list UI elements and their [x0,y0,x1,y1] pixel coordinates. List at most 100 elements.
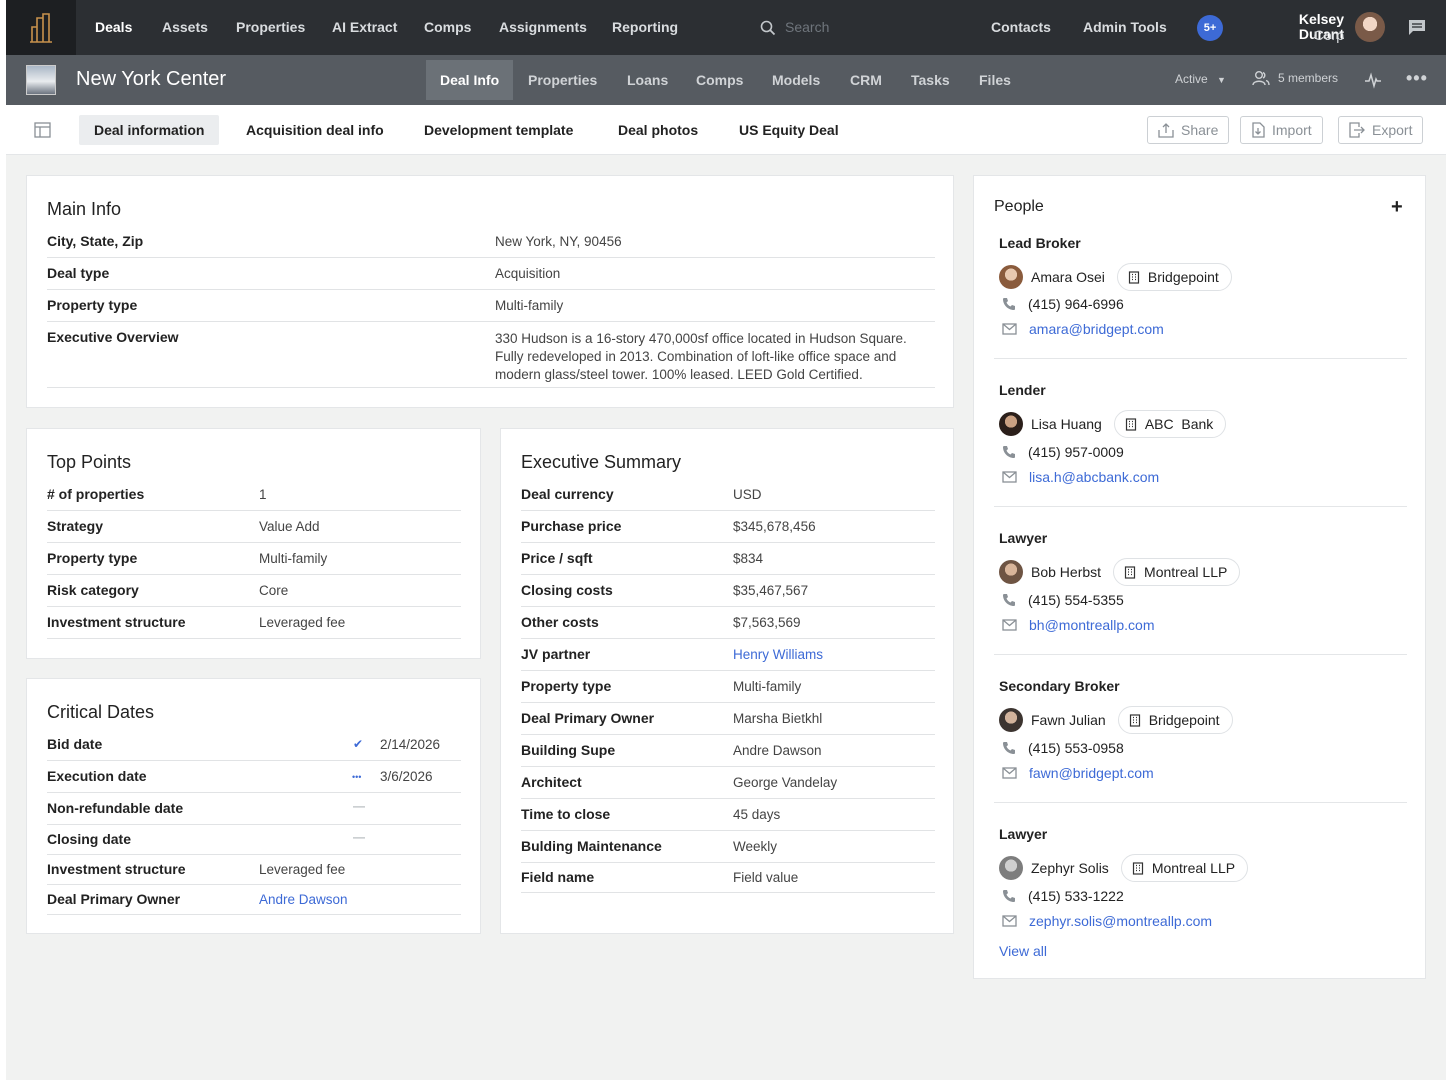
search-placeholder: Search [785,19,830,35]
nav-reporting[interactable]: Reporting [612,19,678,35]
nav-ai-extract[interactable]: AI Extract [332,19,397,35]
main-info-card: Main Info City, State, Zip New York, NY,… [26,175,954,408]
email-link[interactable]: amara@bridgept.com [1029,321,1164,337]
subtab-acquisition-deal-info[interactable]: Acquisition deal info [231,115,399,145]
nav-assignments[interactable]: Assignments [499,19,587,35]
table-row: Deal Primary Owner Andre Dawson [47,885,461,915]
table-row: Field name Field value [521,863,935,893]
field-label: JV partner [521,646,591,662]
contact-name[interactable]: Bob Herbst [1031,564,1101,580]
search-input[interactable]: Search [760,16,940,40]
people-card: People + Lead Broker Amara Osei Bridgepo… [973,175,1426,979]
jv-partner-link[interactable]: Henry Williams [733,647,823,662]
org-chip[interactable]: Montreal LLP [1113,558,1241,586]
more-options-icon[interactable]: ••• [1406,68,1428,89]
tab-comps[interactable]: Comps [682,60,757,100]
phone-icon [1003,742,1015,754]
layout-icon[interactable] [34,122,51,138]
empty-status-icon: — [353,830,365,844]
import-button[interactable]: Import [1240,116,1323,144]
tab-crm[interactable]: CRM [836,60,896,100]
tab-models[interactable]: Models [758,60,834,100]
field-label: Non-refundable date [47,800,184,816]
email-link[interactable]: bh@montreallp.com [1029,617,1155,633]
table-row: Closing date — [47,825,461,855]
subtab-bar: Deal information Acquisition deal info D… [6,105,1446,155]
field-label: Deal currency [521,486,614,502]
field-label: Price / sqft [521,550,593,566]
main-info-title: Main Info [47,199,122,219]
owner-link[interactable]: Andre Dawson [259,892,348,907]
tab-files[interactable]: Files [965,60,1025,100]
user-avatar[interactable] [1355,12,1385,42]
messages-icon[interactable] [1408,19,1426,36]
building-icon [1125,417,1136,431]
import-label: Import [1272,122,1312,138]
subtab-development-template[interactable]: Development template [409,115,588,145]
nav-properties[interactable]: Properties [236,19,305,35]
field-label: Time to close [521,806,611,822]
org-chip[interactable]: ABC Bank [1113,410,1227,438]
nav-deals[interactable]: Deals [95,19,132,35]
field-label: Deal Primary Owner [521,710,655,726]
contact-name[interactable]: Amara Osei [1031,269,1105,285]
building-icon [1132,861,1143,875]
phone-number[interactable]: (415) 553-0958 [1028,740,1124,756]
org-chip[interactable]: Bridgepoint [1117,706,1233,734]
field-value[interactable]: 3/6/2026 [380,769,433,784]
building-icon [1128,270,1140,284]
contact-name[interactable]: Zephyr Solis [1031,860,1109,876]
notification-badge[interactable]: 5+ [1197,15,1223,41]
phone-number[interactable]: (415) 964-6996 [1028,296,1124,312]
email-link[interactable]: lisa.h@abcbank.com [1029,469,1159,485]
avatar [999,560,1023,584]
activity-icon[interactable] [1364,71,1382,89]
view-all-link[interactable]: View all [999,943,1047,959]
building-icon [1129,713,1140,727]
email-link[interactable]: fawn@bridgept.com [1029,765,1154,781]
contact-name[interactable]: Fawn Julian [1031,712,1106,728]
subtab-deal-information[interactable]: Deal information [79,115,220,145]
avatar [999,265,1023,289]
top-points-title: Top Points [47,452,132,472]
executive-overview-text: 330 Hudson is a 16-story 470,000sf offic… [495,331,907,382]
email-link[interactable]: zephyr.solis@montreallp.com [1029,913,1212,929]
nav-comps[interactable]: Comps [424,19,471,35]
email-line: fawn@bridgept.com [1002,765,1154,781]
contact-name[interactable]: Lisa Huang [1031,416,1102,432]
nav-assets[interactable]: Assets [162,19,208,35]
tab-loans[interactable]: Loans [613,60,682,100]
phone-icon [1003,298,1015,310]
members-button[interactable]: 5 members [1252,70,1338,86]
org-chip[interactable]: Bridgepoint [1116,263,1232,291]
field-label: Purchase price [521,518,622,534]
phone-line: (415) 533-1222 [1002,888,1124,904]
nav-admin-tools[interactable]: Admin Tools [1083,19,1167,35]
subtab-us-equity-deal[interactable]: US Equity Deal [724,115,854,145]
org-chip[interactable]: Montreal LLP [1120,854,1249,882]
share-button[interactable]: Share [1147,116,1230,144]
phone-number[interactable]: (415) 554-5355 [1028,592,1124,608]
divider [994,358,1407,359]
nav-contacts[interactable]: Contacts [991,19,1051,35]
email-icon [1002,471,1017,483]
phone-number[interactable]: (415) 533-1222 [1028,888,1124,904]
chevron-down-icon: ▼ [1217,75,1226,85]
app-logo[interactable] [6,0,76,55]
tab-deal-info[interactable]: Deal Info [426,60,514,100]
phone-number[interactable]: (415) 957-0009 [1028,444,1124,460]
avatar [999,708,1023,732]
field-value[interactable]: 2/14/2026 [380,737,440,752]
table-row: Property type Multi-family [47,543,461,575]
tab-tasks[interactable]: Tasks [897,60,964,100]
phone-line: (415) 553-0958 [1002,740,1124,756]
subtab-deal-photos[interactable]: Deal photos [603,115,713,145]
email-icon [1002,767,1017,779]
field-value: Marsha Bietkhl [733,711,823,726]
table-row: Building Supe Andre Dawson [521,735,935,767]
table-row: Price / sqft $834 [521,543,935,575]
add-person-icon[interactable]: + [1391,196,1403,219]
export-button[interactable]: Export [1338,116,1424,144]
tab-properties[interactable]: Properties [514,60,611,100]
status-dropdown[interactable]: Active ▼ [1175,72,1226,86]
